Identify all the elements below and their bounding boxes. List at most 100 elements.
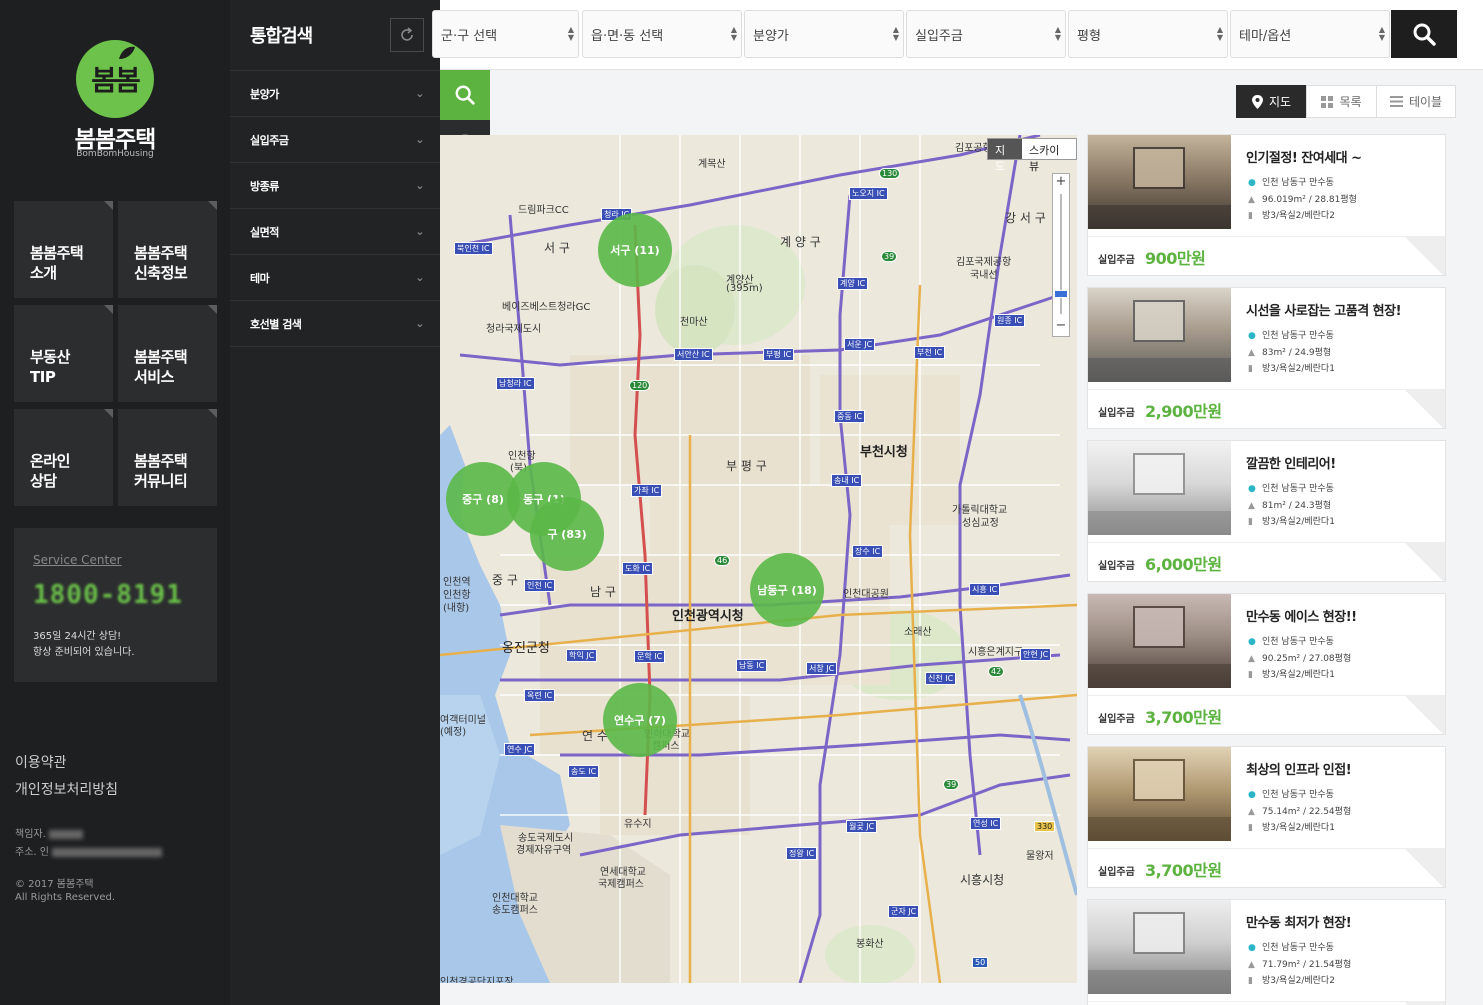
- corner-fold-decoration: [1405, 696, 1445, 734]
- select-label: 군·구 선택: [441, 29, 498, 44]
- listing-photo[interactable]: [1088, 288, 1231, 382]
- grid-icon: [1321, 95, 1334, 108]
- listing-area-text: 96.019m² / 28.81평형: [1262, 195, 1357, 205]
- listing-card[interactable]: 최상의 인프라 인접! ● 인천 남동구 만수동 ▲ 75.14m² / 22.54평형…: [1087, 746, 1446, 888]
- zoom-out-button[interactable]: −: [1053, 318, 1069, 336]
- listing-rooms-text: 방3/욕실2/베란다2: [1262, 211, 1335, 221]
- ic-badge: 송도 IC: [568, 765, 600, 778]
- listing-rooms: ▮ 방3/욕실2/베란다1: [1248, 361, 1335, 374]
- menu-tile-service[interactable]: 봄봄주택 서비스: [118, 305, 217, 402]
- price-select[interactable]: 분양가 ▲ ▼: [744, 10, 904, 58]
- listing-photo[interactable]: [1088, 594, 1231, 688]
- view-list-button[interactable]: 목록: [1306, 85, 1377, 118]
- route-shield: 39: [943, 779, 960, 790]
- filter-label: 테마: [250, 271, 270, 285]
- map-pin-icon: ●: [1248, 178, 1256, 188]
- ic-badge: 서창 JC: [806, 662, 838, 675]
- listing-card[interactable]: 만수동 에이스 현장!! ● 인천 남동구 만수동 ▲ 90.25m² / 27.08평…: [1087, 593, 1446, 735]
- menu-tile-community[interactable]: 봄봄주택 커뮤니티: [118, 409, 217, 506]
- menu-tile-line2: TIP: [30, 368, 56, 386]
- ic-badge: 문학 IC: [634, 650, 666, 663]
- listing-area: ▲ 81m² / 24.3평형: [1248, 498, 1331, 511]
- map-cluster-nam-gu[interactable]: 구 (83): [530, 497, 604, 571]
- filter-theme[interactable]: 테마 ⌄: [230, 255, 440, 301]
- terms-link[interactable]: 이용약관: [15, 752, 67, 772]
- map-label: 계 양 구: [780, 235, 821, 249]
- address-info: 주소. 인: [15, 843, 162, 858]
- service-center-title[interactable]: Service Center: [33, 553, 122, 567]
- map-label: 중 구: [492, 573, 518, 587]
- zoom-in-button[interactable]: +: [1053, 174, 1069, 192]
- listing-area-text: 81m² / 24.3평형: [1262, 501, 1332, 511]
- listing-card[interactable]: 깔끔한 인테리어! ● 인천 남동구 만수동 ▲ 81m² / 24.3평형 ▮ 방3/욕실…: [1087, 440, 1446, 582]
- theme-select[interactable]: 테마/옵션 ▲ ▼: [1230, 10, 1390, 58]
- privacy-link[interactable]: 개인정보처리방침: [15, 779, 118, 799]
- view-label: 목록: [1339, 95, 1362, 109]
- menu-tile-consult[interactable]: 온라인 상담: [14, 409, 113, 506]
- corner-decoration: [104, 201, 113, 210]
- menu-tile-about[interactable]: 봄봄주택 소개: [14, 201, 113, 298]
- size-select[interactable]: 평형 ▲ ▼: [1068, 10, 1228, 58]
- door-icon: ▮: [1248, 976, 1253, 986]
- listing-card[interactable]: 시선을 사로잡는 고품격 현장! ● 인천 남동구 만수동 ▲ 83m² / 24.9평…: [1087, 287, 1446, 429]
- filter-label: 호선별 검색: [250, 317, 302, 331]
- move-in-select[interactable]: 실입주금 ▲ ▼: [906, 10, 1066, 58]
- filter-subway-line[interactable]: 호선별 검색 ⌄: [230, 301, 440, 347]
- town-select[interactable]: 읍·면·동 선택 ▲ ▼: [582, 10, 742, 58]
- listing-photo[interactable]: [1088, 747, 1231, 841]
- map-cluster-seo-gu[interactable]: 서구 (11): [598, 213, 672, 287]
- ic-badge: 원종 IC: [994, 314, 1026, 327]
- menu-tile-new-info[interactable]: 봄봄주택 신축정보: [118, 201, 217, 298]
- map-label: 계목산: [698, 159, 726, 170]
- select-label: 분양가: [753, 29, 789, 44]
- listing-address-text: 인천 남동구 만수동: [1262, 331, 1334, 341]
- listing-area-text: 83m² / 24.9평형: [1262, 348, 1332, 358]
- listing-address-text: 인천 남동구 만수동: [1262, 484, 1334, 494]
- map-pin-icon: [1251, 94, 1263, 109]
- map-search-tool[interactable]: [440, 70, 490, 120]
- map-label: 시흥은계지구: [968, 647, 1024, 658]
- listing-title: 시선을 사로잡는 고품격 현장!: [1246, 304, 1402, 319]
- menu-tile-line1: 봄봄주택: [134, 244, 188, 262]
- map-type-skyview-button[interactable]: 스카이뷰: [1022, 139, 1076, 173]
- menu-tile-line1: 봄봄주택: [134, 348, 188, 366]
- listing-photo[interactable]: [1088, 135, 1231, 229]
- ic-badge: 서운 JC: [844, 338, 876, 351]
- district-select[interactable]: 군·구 선택 ▲ ▼: [432, 10, 579, 58]
- map-type-map-button[interactable]: 지도: [988, 139, 1022, 173]
- listing-area-text: 75.14m² / 22.54평형: [1262, 807, 1352, 817]
- map-pin-icon: ●: [1248, 790, 1256, 800]
- leaf-icon: [119, 46, 135, 59]
- map-cluster-namdong-gu[interactable]: 남동구 (18): [750, 553, 824, 627]
- menu-tile-line2: 커뮤니티: [134, 472, 188, 490]
- filter-room-type[interactable]: 방종류 ⌄: [230, 163, 440, 209]
- listing-address-text: 인천 남동구 만수동: [1262, 943, 1334, 953]
- listing-photo[interactable]: [1088, 441, 1231, 535]
- logo[interactable]: 봄봄: [76, 40, 154, 118]
- price-value: 3,700만원: [1145, 708, 1222, 727]
- corner-decoration: [104, 409, 113, 418]
- listing-card[interactable]: 만수동 최저가 현장! ● 인천 남동구 만수동 ▲ 71.79m² / 21.54평형…: [1087, 899, 1446, 1005]
- listing-card[interactable]: 인기절정! 잔여세대 ~ ● 인천 남동구 만수동 ▲ 96.019m² / 28.81…: [1087, 134, 1446, 276]
- zoom-slider-handle[interactable]: [1054, 290, 1068, 298]
- menu-tile-tip[interactable]: 부동산 TIP: [14, 305, 113, 402]
- filter-price[interactable]: 분양가 ⌄: [230, 71, 440, 117]
- filter-move-in[interactable]: 실입주금 ⌄: [230, 117, 440, 163]
- view-label: 테이블: [1408, 95, 1443, 109]
- refresh-button[interactable]: [390, 18, 424, 52]
- view-map-button[interactable]: 지도: [1236, 85, 1307, 118]
- search-button[interactable]: [1391, 10, 1457, 58]
- listing-address: ● 인천 남동구 만수동: [1248, 634, 1334, 647]
- corner-fold-decoration: [1405, 543, 1445, 581]
- route-shield: 130: [879, 168, 901, 179]
- filter-area[interactable]: 실면적 ⌄: [230, 209, 440, 255]
- chevron-down-icon: ⌄: [415, 225, 424, 238]
- copyright-text: © 2017 봄봄주택: [15, 879, 94, 890]
- listing-photo[interactable]: [1088, 900, 1231, 994]
- map-view[interactable]: 계목산 김포공항 강 서 구 드림파크CC 서 구 계 양 구 김포국제공항 국…: [440, 135, 1077, 983]
- view-table-button[interactable]: 테이블: [1376, 85, 1456, 118]
- map-pin-icon: ●: [1248, 331, 1256, 341]
- listing-address: ● 인천 남동구 만수동: [1248, 940, 1334, 953]
- map-label: 부 평 구: [726, 459, 767, 473]
- map-cluster-yeonsu-gu[interactable]: 연수구 (7): [603, 683, 677, 757]
